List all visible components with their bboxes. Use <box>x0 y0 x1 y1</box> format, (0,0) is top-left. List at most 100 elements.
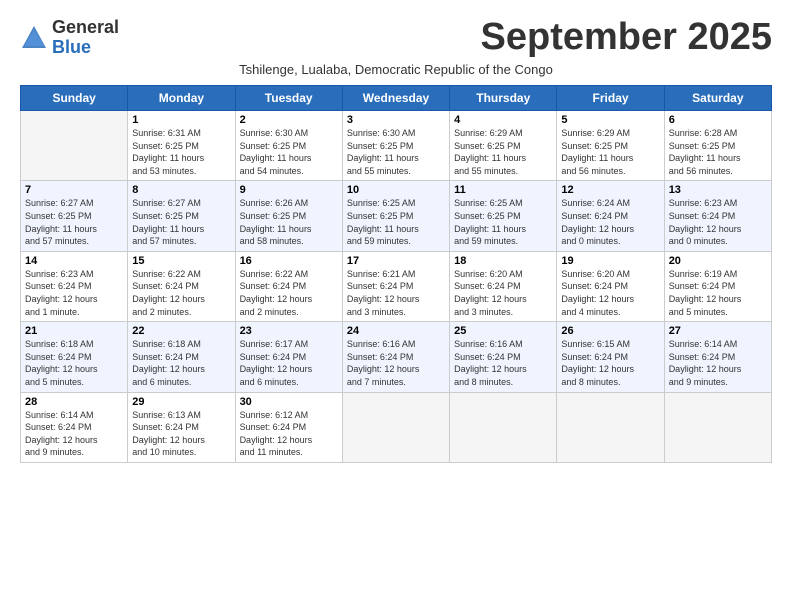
header-sunday: Sunday <box>21 86 128 111</box>
day-info: Sunrise: 6:31 AM Sunset: 6:25 PM Dayligh… <box>132 127 230 177</box>
page: General Blue September 2025 Tshilenge, L… <box>0 0 792 473</box>
day-number: 25 <box>454 325 552 337</box>
day-number: 16 <box>240 255 338 267</box>
header-thursday: Thursday <box>450 86 557 111</box>
day-number: 6 <box>669 114 767 126</box>
day-info: Sunrise: 6:21 AM Sunset: 6:24 PM Dayligh… <box>347 268 445 318</box>
table-row: 7Sunrise: 6:27 AM Sunset: 6:25 PM Daylig… <box>21 181 128 251</box>
day-number: 22 <box>132 325 230 337</box>
logo-blue: Blue <box>52 37 91 57</box>
table-row: 26Sunrise: 6:15 AM Sunset: 6:24 PM Dayli… <box>557 322 664 392</box>
table-row: 3Sunrise: 6:30 AM Sunset: 6:25 PM Daylig… <box>342 111 449 181</box>
calendar-row: 1Sunrise: 6:31 AM Sunset: 6:25 PM Daylig… <box>21 111 772 181</box>
day-info: Sunrise: 6:24 AM Sunset: 6:24 PM Dayligh… <box>561 197 659 247</box>
header-wednesday: Wednesday <box>342 86 449 111</box>
day-info: Sunrise: 6:25 AM Sunset: 6:25 PM Dayligh… <box>347 197 445 247</box>
table-row: 5Sunrise: 6:29 AM Sunset: 6:25 PM Daylig… <box>557 111 664 181</box>
day-info: Sunrise: 6:27 AM Sunset: 6:25 PM Dayligh… <box>132 197 230 247</box>
calendar-row: 14Sunrise: 6:23 AM Sunset: 6:24 PM Dayli… <box>21 251 772 321</box>
day-number: 1 <box>132 114 230 126</box>
table-row: 20Sunrise: 6:19 AM Sunset: 6:24 PM Dayli… <box>664 251 771 321</box>
header-tuesday: Tuesday <box>235 86 342 111</box>
day-info: Sunrise: 6:12 AM Sunset: 6:24 PM Dayligh… <box>240 409 338 459</box>
table-row: 13Sunrise: 6:23 AM Sunset: 6:24 PM Dayli… <box>664 181 771 251</box>
logo-text: General Blue <box>52 18 119 58</box>
table-row: 2Sunrise: 6:30 AM Sunset: 6:25 PM Daylig… <box>235 111 342 181</box>
table-row: 10Sunrise: 6:25 AM Sunset: 6:25 PM Dayli… <box>342 181 449 251</box>
day-info: Sunrise: 6:25 AM Sunset: 6:25 PM Dayligh… <box>454 197 552 247</box>
day-info: Sunrise: 6:30 AM Sunset: 6:25 PM Dayligh… <box>240 127 338 177</box>
day-info: Sunrise: 6:14 AM Sunset: 6:24 PM Dayligh… <box>669 338 767 388</box>
day-info: Sunrise: 6:13 AM Sunset: 6:24 PM Dayligh… <box>132 409 230 459</box>
day-info: Sunrise: 6:26 AM Sunset: 6:25 PM Dayligh… <box>240 197 338 247</box>
day-info: Sunrise: 6:17 AM Sunset: 6:24 PM Dayligh… <box>240 338 338 388</box>
day-info: Sunrise: 6:20 AM Sunset: 6:24 PM Dayligh… <box>561 268 659 318</box>
calendar-table: Sunday Monday Tuesday Wednesday Thursday… <box>20 85 772 463</box>
day-number: 10 <box>347 184 445 196</box>
table-row: 8Sunrise: 6:27 AM Sunset: 6:25 PM Daylig… <box>128 181 235 251</box>
header-friday: Friday <box>557 86 664 111</box>
table-row: 25Sunrise: 6:16 AM Sunset: 6:24 PM Dayli… <box>450 322 557 392</box>
header-saturday: Saturday <box>664 86 771 111</box>
day-info: Sunrise: 6:22 AM Sunset: 6:24 PM Dayligh… <box>240 268 338 318</box>
day-number: 30 <box>240 396 338 408</box>
day-info: Sunrise: 6:23 AM Sunset: 6:24 PM Dayligh… <box>669 197 767 247</box>
day-info: Sunrise: 6:28 AM Sunset: 6:25 PM Dayligh… <box>669 127 767 177</box>
table-row <box>342 392 449 462</box>
calendar-row: 28Sunrise: 6:14 AM Sunset: 6:24 PM Dayli… <box>21 392 772 462</box>
logo-icon <box>20 24 48 52</box>
header: General Blue September 2025 <box>20 18 772 58</box>
day-info: Sunrise: 6:29 AM Sunset: 6:25 PM Dayligh… <box>454 127 552 177</box>
day-number: 27 <box>669 325 767 337</box>
logo: General Blue <box>20 18 119 58</box>
table-row: 27Sunrise: 6:14 AM Sunset: 6:24 PM Dayli… <box>664 322 771 392</box>
subtitle: Tshilenge, Lualaba, Democratic Republic … <box>20 62 772 77</box>
table-row: 23Sunrise: 6:17 AM Sunset: 6:24 PM Dayli… <box>235 322 342 392</box>
day-number: 20 <box>669 255 767 267</box>
day-info: Sunrise: 6:20 AM Sunset: 6:24 PM Dayligh… <box>454 268 552 318</box>
table-row: 1Sunrise: 6:31 AM Sunset: 6:25 PM Daylig… <box>128 111 235 181</box>
day-info: Sunrise: 6:30 AM Sunset: 6:25 PM Dayligh… <box>347 127 445 177</box>
day-number: 17 <box>347 255 445 267</box>
calendar-row: 21 Sunrise: 6:18 AM Sunset: 6:24 PM Dayli… <box>21 322 772 392</box>
day-number: 13 <box>669 184 767 196</box>
day-number: 11 <box>454 184 552 196</box>
table-row: 28Sunrise: 6:14 AM Sunset: 6:24 PM Dayli… <box>21 392 128 462</box>
day-number: 7 <box>25 184 123 196</box>
table-row <box>557 392 664 462</box>
day-number: 28 <box>25 396 123 408</box>
table-row: 16Sunrise: 6:22 AM Sunset: 6:24 PM Dayli… <box>235 251 342 321</box>
day-number: 19 <box>561 255 659 267</box>
table-row: 11Sunrise: 6:25 AM Sunset: 6:25 PM Dayli… <box>450 181 557 251</box>
table-row: 4Sunrise: 6:29 AM Sunset: 6:25 PM Daylig… <box>450 111 557 181</box>
day-info: Sunrise: 6:22 AM Sunset: 6:24 PM Dayligh… <box>132 268 230 318</box>
day-info: Sunrise: 6:16 AM Sunset: 6:24 PM Dayligh… <box>347 338 445 388</box>
day-number: 12 <box>561 184 659 196</box>
table-row: 12Sunrise: 6:24 AM Sunset: 6:24 PM Dayli… <box>557 181 664 251</box>
day-info: Sunrise: 6:27 AM Sunset: 6:25 PM Dayligh… <box>25 197 123 247</box>
table-row: 21Sunrise: 6:18 AM Sunset: 6:24 PM Dayli… <box>21 322 128 392</box>
calendar-row: 7Sunrise: 6:27 AM Sunset: 6:25 PM Daylig… <box>21 181 772 251</box>
day-number: 23 <box>240 325 338 337</box>
day-number: 26 <box>561 325 659 337</box>
day-number: 21 <box>25 325 123 337</box>
day-info: Sunrise: 6:18 AM Sunset: 6:24 PM Dayligh… <box>132 338 230 388</box>
table-row <box>664 392 771 462</box>
table-row <box>21 111 128 181</box>
calendar-header-row: Sunday Monday Tuesday Wednesday Thursday… <box>21 86 772 111</box>
day-number: 24 <box>347 325 445 337</box>
day-info: Sunrise: 6:16 AM Sunset: 6:24 PM Dayligh… <box>454 338 552 388</box>
day-info: Sunrise: 6:29 AM Sunset: 6:25 PM Dayligh… <box>561 127 659 177</box>
table-row: 24Sunrise: 6:16 AM Sunset: 6:24 PM Dayli… <box>342 322 449 392</box>
table-row: 6Sunrise: 6:28 AM Sunset: 6:25 PM Daylig… <box>664 111 771 181</box>
day-number: 4 <box>454 114 552 126</box>
day-number: 18 <box>454 255 552 267</box>
table-row: 29Sunrise: 6:13 AM Sunset: 6:24 PM Dayli… <box>128 392 235 462</box>
table-row: 15Sunrise: 6:22 AM Sunset: 6:24 PM Dayli… <box>128 251 235 321</box>
logo-general: General <box>52 17 119 37</box>
day-number: 15 <box>132 255 230 267</box>
table-row: 18Sunrise: 6:20 AM Sunset: 6:24 PM Dayli… <box>450 251 557 321</box>
table-row: 14Sunrise: 6:23 AM Sunset: 6:24 PM Dayli… <box>21 251 128 321</box>
day-number: 14 <box>25 255 123 267</box>
day-number: 5 <box>561 114 659 126</box>
